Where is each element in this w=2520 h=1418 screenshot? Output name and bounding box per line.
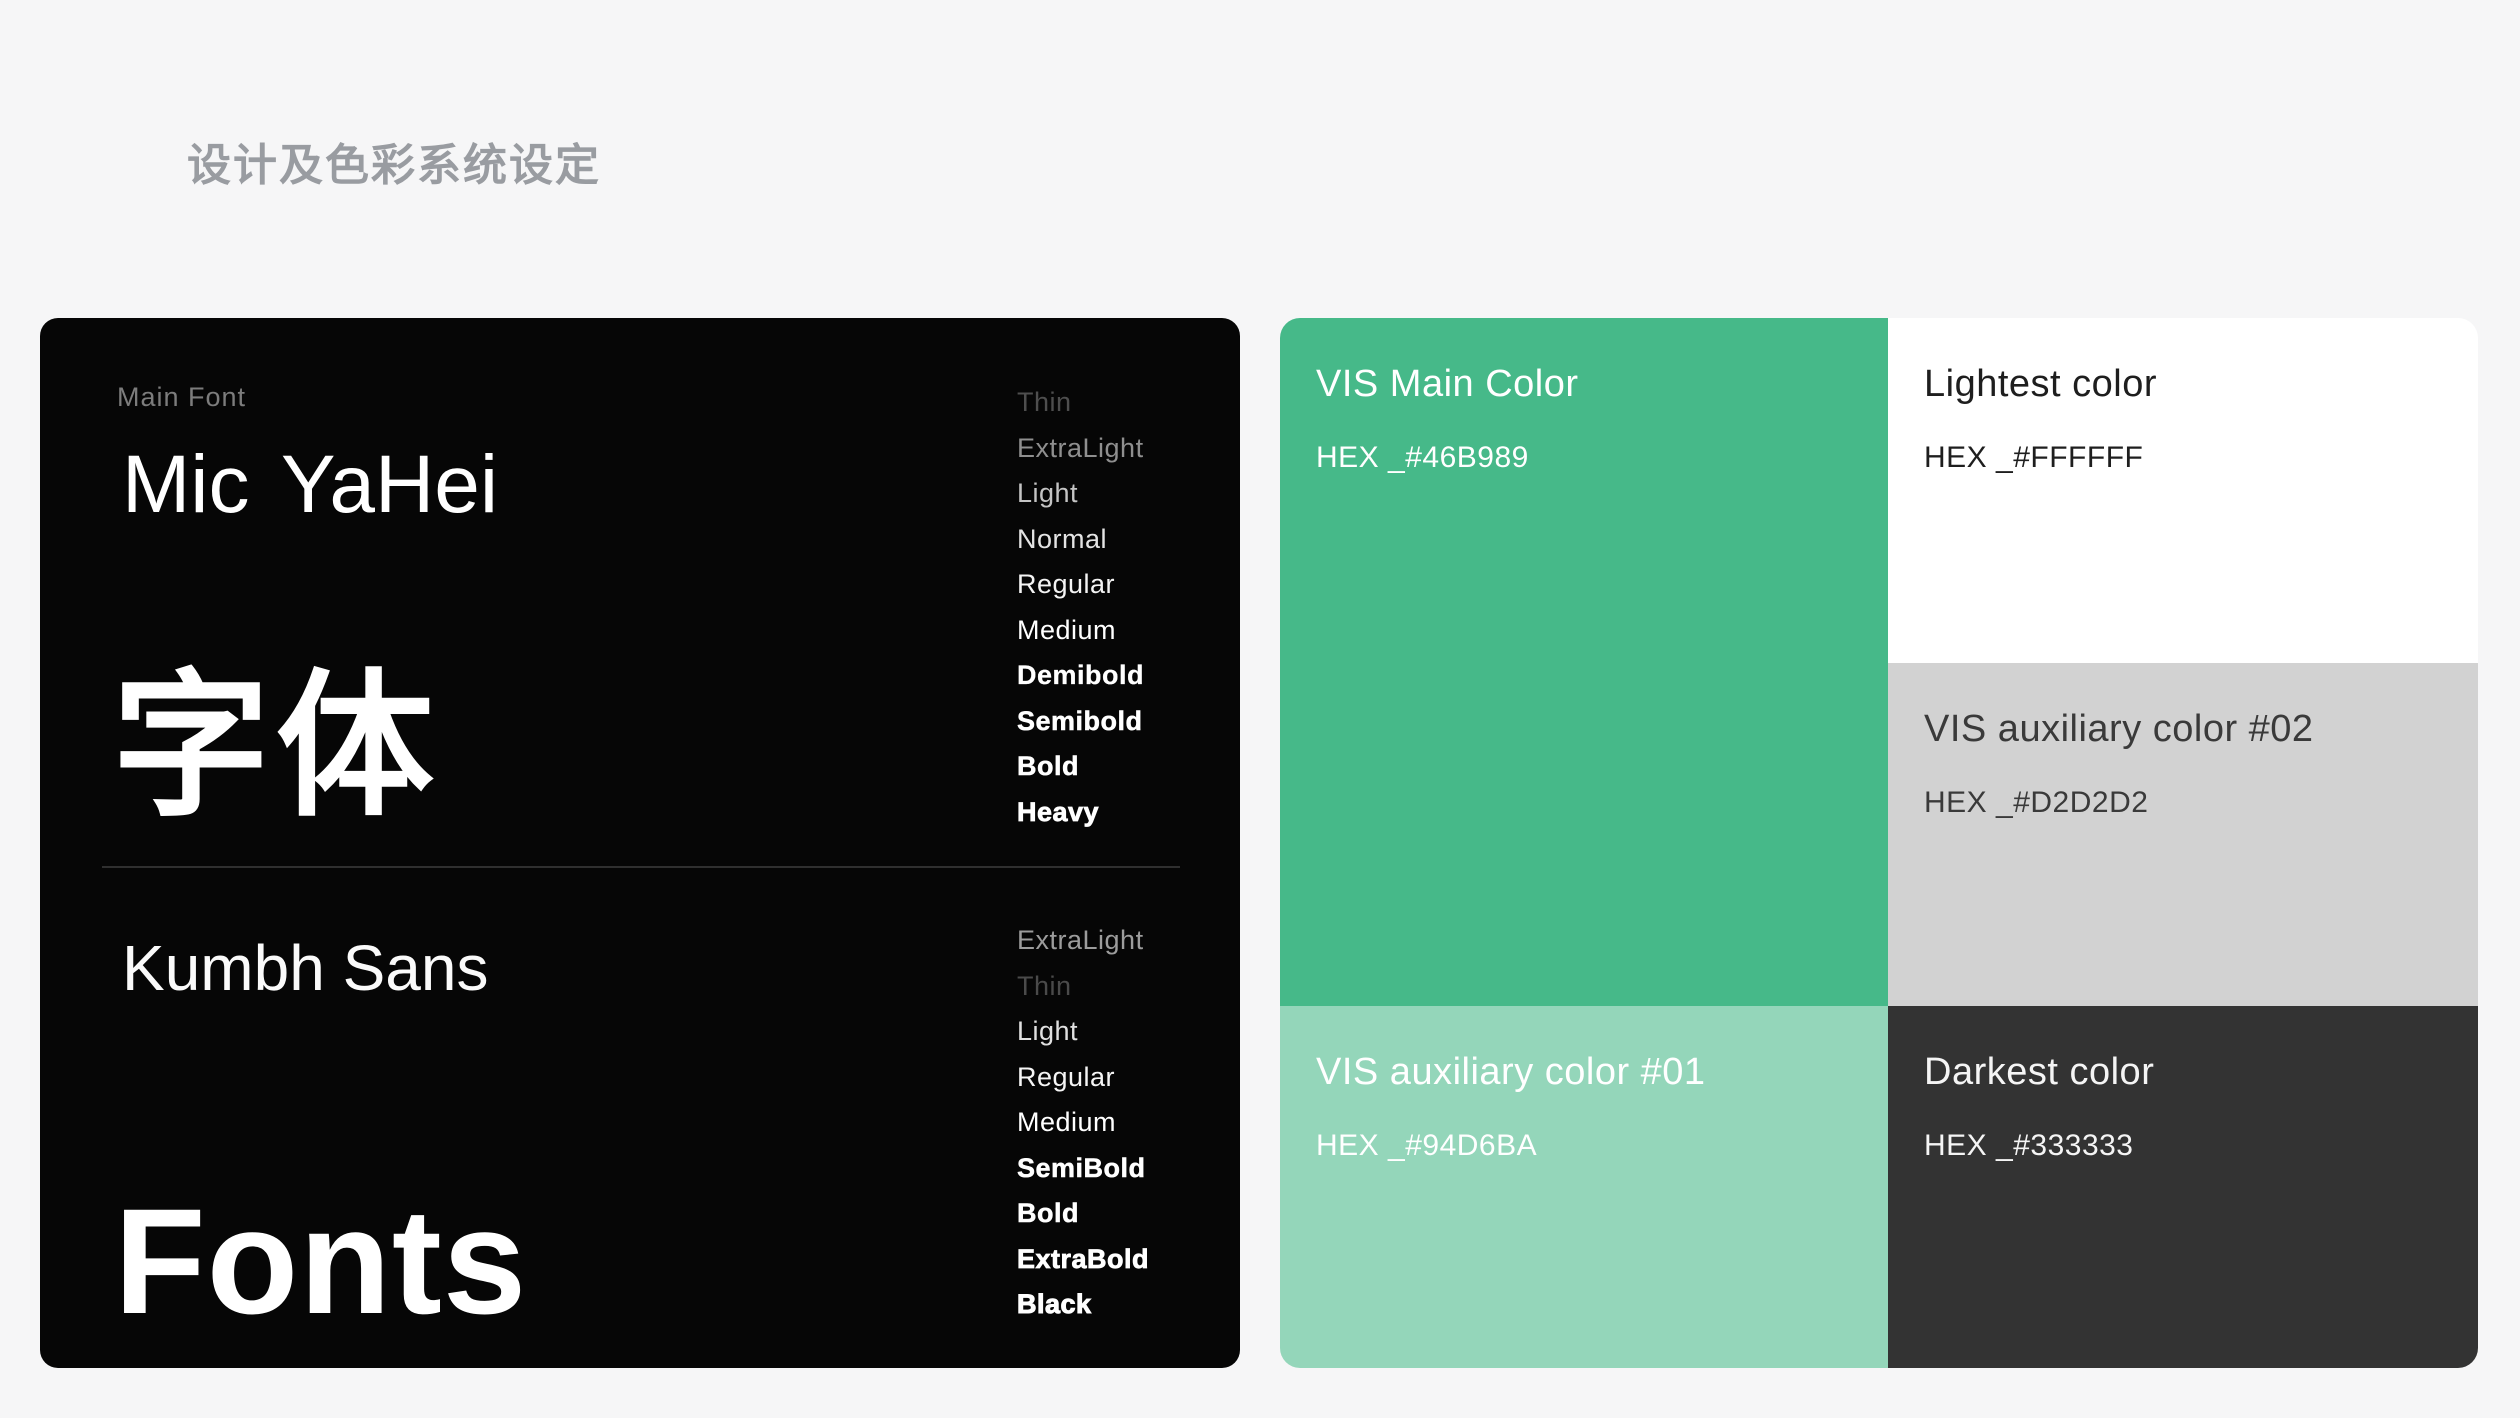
swatch-hex-value: HEX _#FFFFFF [1924, 441, 2144, 474]
swatch-hex-value: HEX _#D2D2D2 [1924, 786, 2149, 819]
main-font-name: Mic YaHei [122, 439, 499, 530]
swatch-vis-main-color: VIS Main Color HEX _#46B989 [1280, 318, 1888, 1006]
font-weight-label: Medium [1017, 1107, 1117, 1137]
color-grid: VIS Main Color HEX _#46B989 Lightest col… [1280, 318, 2478, 1368]
swatch-lightest-color: Lightest color HEX _#FFFFFF [1888, 318, 2478, 663]
font-weight-label: ExtraLight [1017, 925, 1144, 955]
card-divider [102, 866, 1180, 868]
swatch-hex-value: HEX _#333333 [1924, 1129, 2134, 1162]
font-weight-label: SemiBold [1017, 1152, 1146, 1183]
font-weight-label: Black [1016, 1289, 1092, 1320]
swatch-auxiliary-color-02: VIS auxiliary color #02 HEX _#D2D2D2 [1888, 663, 2478, 1006]
secondary-font-weight-list: ExtraLight Thin Light Regular Medium SemiBold… [1016, 918, 1150, 1328]
swatch-title: VIS auxiliary color #02 [1924, 708, 2314, 750]
secondary-font-name: Kumbh Sans [122, 932, 489, 1004]
font-weight-label: Bold [1017, 1198, 1079, 1228]
swatch-title: Lightest color [1924, 363, 2158, 405]
font-weight-label: Semibold [1017, 705, 1143, 736]
cjk-font-specimen: 字体 [112, 659, 440, 835]
font-weight-label: Thin [1017, 970, 1072, 1001]
font-weight-label: Normal [1017, 523, 1108, 554]
font-weight-label: ExtraLight [1017, 432, 1144, 463]
swatch-auxiliary-color-01: VIS auxiliary color #01 HEX _#94D6BA [1280, 1006, 1888, 1368]
typography-card: Main Font Mic YaHei Thin ExtraLight Light N… [40, 318, 1240, 1368]
font-weight-label: Thin [1017, 387, 1072, 417]
font-weight-label: Light [1017, 1016, 1079, 1046]
main-font-label: Main Font [117, 382, 247, 412]
font-weight-label: Light [1017, 478, 1079, 508]
font-weight-label: ExtraBold [1017, 1243, 1150, 1274]
swatch-hex-value: HEX _#94D6BA [1316, 1129, 1538, 1162]
page-title: 设计及色彩系统设定 [187, 141, 601, 190]
swatch-title: VIS auxiliary color #01 [1316, 1051, 1706, 1093]
swatch-hex-value: HEX _#46B989 [1316, 441, 1529, 474]
swatch-darkest-color: Darkest color HEX _#333333 [1888, 1006, 2478, 1368]
font-weight-label: Medium [1017, 614, 1117, 645]
main-font-weight-list: Thin ExtraLight Light Normal Regular Medium De… [1017, 380, 1144, 835]
font-weight-label: Bold [1017, 751, 1079, 781]
design-system-board: 设计及色彩系统设定 Main Font Mic YaHei Thin ExtraL… [0, 0, 2520, 1418]
font-weight-label: Demibold [1017, 660, 1145, 690]
swatch-title: Darkest color [1924, 1051, 2155, 1093]
font-weight-label: Regular [1017, 1061, 1116, 1092]
latin-font-specimen: Fonts [114, 1177, 528, 1345]
swatch-title: VIS Main Color [1316, 363, 1579, 405]
font-weight-label: Regular [1017, 569, 1116, 599]
font-weight-label: Heavy [1017, 796, 1100, 827]
